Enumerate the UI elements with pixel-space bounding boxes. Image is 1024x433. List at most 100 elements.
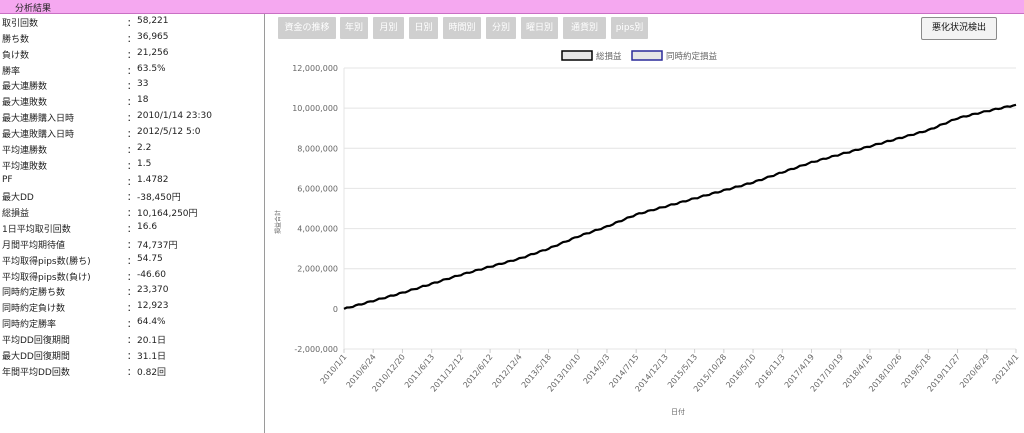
stat-label: 平均DD回復期間 <box>2 336 70 346</box>
stat-row: 総損益 ： 10,164,250円 <box>0 205 262 221</box>
stat-row: 最大連敗購入日時 ： 2012/5/12 5:0 <box>0 126 262 142</box>
stat-value: 16.6 <box>137 222 158 233</box>
stat-separator: ： <box>127 351 137 362</box>
stat-label: 最大DD回復期間 <box>2 351 70 362</box>
stat-separator: ： <box>127 66 137 77</box>
tab-3[interactable]: 日別 <box>409 17 438 39</box>
stat-label: 最大連敗数 <box>2 98 48 109</box>
stat-row: 同時約定負け数 ： 12,923 <box>0 300 262 316</box>
stat-label: 平均取得pips数(負け) <box>2 272 91 283</box>
stat-separator: ： <box>127 19 137 29</box>
stat-label: 平均取得pips数(勝ち) <box>2 256 91 267</box>
tab-6[interactable]: 曜日別 <box>521 17 558 39</box>
stat-row: 平均DD回復期間 ： 20.1日 <box>0 332 262 348</box>
stat-row: 負け数 ： 21,256 <box>0 47 262 63</box>
stat-value: 20.1日 <box>137 336 167 346</box>
stat-separator: ： <box>127 161 137 172</box>
legend-label: 総損益 <box>596 51 622 62</box>
legend-swatch[interactable] <box>561 50 593 61</box>
stat-label: 取引回数 <box>2 19 39 29</box>
stat-separator: ： <box>127 336 137 346</box>
stat-value: 10,164,250円 <box>137 209 198 220</box>
stat-value: 33 <box>137 79 149 90</box>
stat-value: 21,256 <box>137 47 169 58</box>
stat-separator: ： <box>127 272 137 283</box>
y-tick-label: 6,000,000 <box>297 184 338 193</box>
stat-value: 64.4% <box>137 317 166 328</box>
tab-5[interactable]: 分別 <box>486 17 516 39</box>
tab-8[interactable]: pips別 <box>611 17 648 39</box>
stat-value: -38,450円 <box>137 193 181 204</box>
legend-swatch[interactable] <box>631 50 663 61</box>
stat-row: 平均連敗数 ： 1.5 <box>0 158 262 174</box>
stat-label: 年間平均DD回数 <box>2 367 70 378</box>
chart-legend: 総損益 同時約定損益 <box>561 50 718 62</box>
tab-7[interactable]: 通貨別 <box>563 17 606 39</box>
stat-row: 1日平均取引回数 ： 16.6 <box>0 221 262 237</box>
stat-row: 最大DD ： -38,450円 <box>0 189 262 205</box>
stat-row: 勝率 ： 63.5% <box>0 63 262 79</box>
stat-value: 54.75 <box>137 253 163 264</box>
stat-row: 平均取得pips数(勝ち) ： 54.75 <box>0 253 262 269</box>
y-tick-label: 12,000,000 <box>292 64 338 73</box>
stat-row: 最大DD回復期間 ： 31.1日 <box>0 348 262 364</box>
y-axis-ticks: -2,000,000 0 2,000,000 4,000,000 6,000,000 8,… <box>292 64 338 354</box>
detect-deterioration-button[interactable]: 悪化状況検出 <box>921 17 997 40</box>
stat-value: 74,737円 <box>137 240 178 251</box>
stat-label: 平均連勝数 <box>2 145 48 156</box>
stat-row: PF ： 1.4782 <box>0 174 262 190</box>
x-axis-ticks: 2010/1/12010/6/242010/12/202011/6/132011… <box>319 349 1021 394</box>
stat-separator: ： <box>127 177 137 188</box>
y-tick-label: 10,000,000 <box>292 104 338 113</box>
tab-2[interactable]: 月別 <box>373 17 404 39</box>
stat-separator: ： <box>127 82 137 93</box>
stat-label: PF <box>2 174 13 185</box>
stat-row: 年間平均DD回数 ： 0.82回 <box>0 364 262 380</box>
stat-label: 同時約定勝ち数 <box>2 288 66 299</box>
stat-value: 1.5 <box>137 158 152 169</box>
stat-label: 平均連敗数 <box>2 161 48 172</box>
stat-separator: ： <box>127 129 137 140</box>
y-axis-label: 損益合計 <box>274 210 282 234</box>
stat-separator: ： <box>127 145 137 156</box>
stat-value: 12,923 <box>137 301 169 312</box>
stat-label: 最大連敗購入日時 <box>2 129 75 140</box>
stat-label: 最大連勝購入日時 <box>2 114 75 125</box>
legend-label: 同時約定損益 <box>666 51 718 62</box>
tab-0[interactable]: 資金の推移 <box>278 17 336 39</box>
stat-separator: ： <box>127 256 137 267</box>
y-tick-label: -2,000,000 <box>294 345 338 354</box>
stat-separator: ： <box>127 50 137 61</box>
tab-4[interactable]: 時間別 <box>443 17 481 39</box>
tab-1[interactable]: 年別 <box>340 17 368 39</box>
y-tick-label: 2,000,000 <box>297 265 338 274</box>
stat-value: 18 <box>137 95 149 106</box>
stat-value: 23,370 <box>137 285 169 296</box>
stat-label: 1日平均取引回数 <box>2 225 71 236</box>
stat-label: 勝ち数 <box>2 34 30 45</box>
stat-label: 月間平均期待値 <box>2 240 66 251</box>
stat-value: 63.5% <box>137 63 166 74</box>
stat-separator: ： <box>127 240 137 251</box>
stat-separator: ： <box>127 367 137 378</box>
stat-value: 2012/5/12 5:0 <box>137 126 201 137</box>
stat-row: 勝ち数 ： 36,965 <box>0 31 262 47</box>
stats-panel: 取引回数： 58,221 勝ち数： 36,965 負け数： 21,256 勝率： 63.5% 最… <box>0 14 265 433</box>
stat-separator: ： <box>127 34 137 45</box>
stat-row: 平均連勝数 ： 2.2 <box>0 142 262 158</box>
stat-row: 最大連勝購入日時 ： 2010/1/14 23:30 <box>0 110 262 126</box>
stat-row: 取引回数 ： 58,221 <box>0 15 262 31</box>
stat-row: 最大連勝数 ： 33 <box>0 78 262 94</box>
stat-separator: ： <box>127 114 137 125</box>
chart-grid <box>343 67 1016 350</box>
y-tick-label: 4,000,000 <box>297 225 338 234</box>
y-tick-label: 0 <box>333 305 338 314</box>
stat-label: 同時約定勝率 <box>2 320 57 331</box>
equity-chart: 総損益 同時約定損益 -2,000,000 0 2,000,000 4,000,000 6… <box>274 50 1021 416</box>
stat-label: 勝率 <box>2 66 21 77</box>
stat-separator: ： <box>127 193 137 204</box>
stat-row: 平均取得pips数(負け) ： -46.60 <box>0 269 262 285</box>
x-tick-label: 2014/3/3 <box>581 353 611 386</box>
stat-value: 1.4782 <box>137 174 169 185</box>
stat-value: 58,221 <box>137 16 169 26</box>
